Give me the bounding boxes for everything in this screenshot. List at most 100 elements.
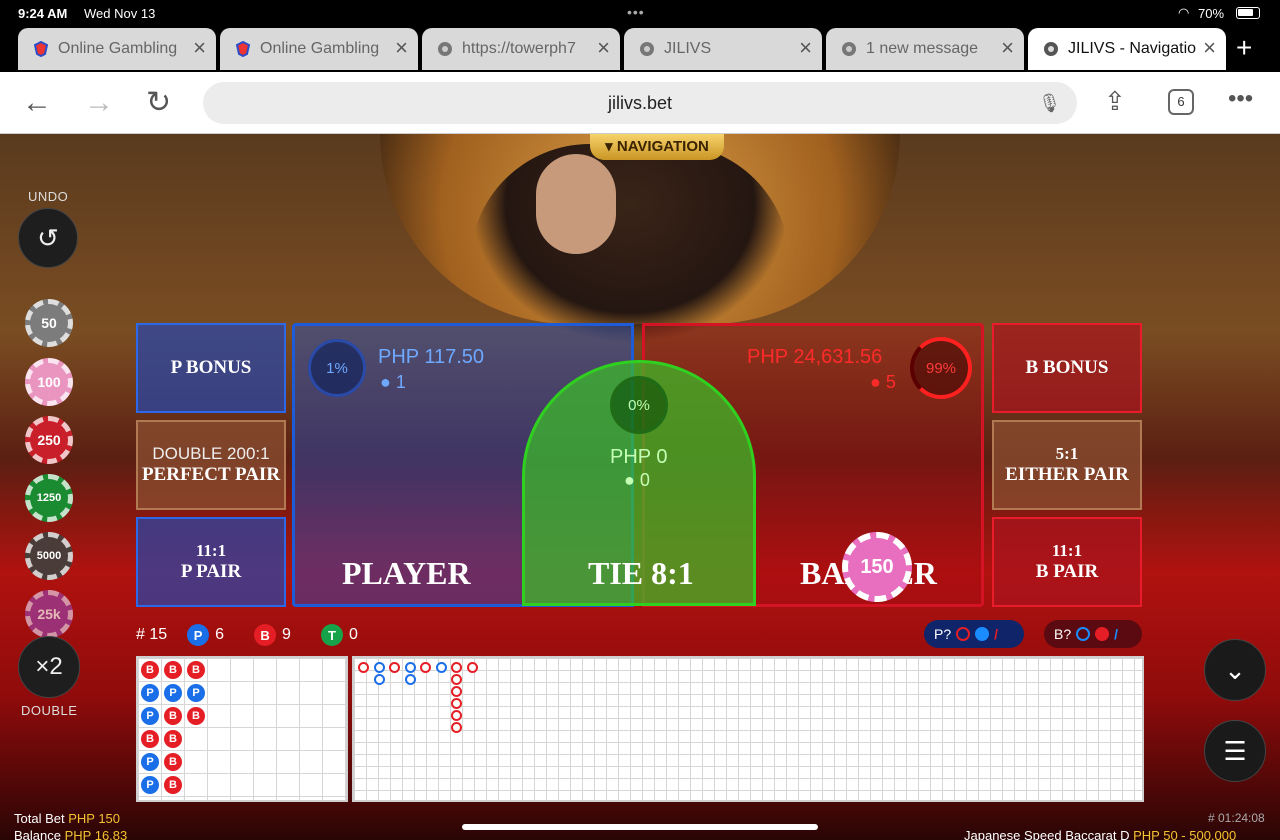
undo-label: UNDO (28, 189, 69, 204)
blue-dot-icon (975, 627, 990, 641)
player-people-count: 1 (395, 372, 406, 392)
placed-chip[interactable]: 150 (842, 532, 912, 602)
big-road-marker (389, 662, 400, 673)
bead-road-marker: B (164, 753, 182, 771)
close-tab-icon[interactable]: × (1001, 37, 1014, 59)
person-icon: ● (380, 372, 391, 392)
big-road-marker (358, 662, 369, 673)
globe-icon (1042, 40, 1060, 58)
banker-count: 9 (282, 626, 291, 643)
bead-road-marker: B (187, 707, 205, 725)
table-info: Japanese Speed Baccarat D PHP 50 - 500,0… (964, 828, 1236, 840)
hamburger-menu-icon: ☰ (1223, 735, 1247, 766)
new-tab-plus-icon[interactable]: + (1236, 34, 1252, 62)
person-icon: ● (624, 470, 635, 490)
b-pair-bet[interactable]: 11:1 B PAIR (992, 517, 1142, 607)
navigation-button[interactable]: ▾ NAVIGATION (590, 134, 724, 160)
close-tab-icon[interactable]: × (193, 37, 206, 59)
chip-1250[interactable]: 1250 (25, 474, 73, 522)
bead-road-marker: B (164, 707, 182, 725)
big-road-marker (451, 662, 462, 673)
round-id: # 01:24:08 (1208, 811, 1265, 825)
bead-road-marker: B (141, 730, 159, 748)
chip-100[interactable]: 100 (25, 358, 73, 406)
close-tab-icon[interactable]: × (1203, 37, 1216, 59)
banker-people: ● 5 (870, 372, 896, 393)
double-button[interactable]: ×2 (18, 636, 80, 698)
big-road-marker (451, 686, 462, 697)
status-time: 9:24 AM (18, 6, 68, 21)
close-tab-icon[interactable]: × (597, 37, 610, 59)
tie-count: 0 (348, 626, 358, 643)
blue-slash-icon: / (1114, 626, 1119, 642)
status-bar: 9:24 AM Wed Nov 13 ••• ◠ 70% (0, 0, 1280, 26)
big-road-marker (404, 662, 416, 673)
person-icon: ● (870, 372, 881, 392)
wifi-icon: ◠ (1178, 5, 1190, 20)
bead-road-marker: P (164, 684, 182, 702)
b-bonus-bet[interactable]: B BONUS (992, 323, 1142, 413)
chip-50[interactable]: 50 (25, 299, 73, 347)
dealer-video (470, 144, 790, 344)
either-pair-label: EITHER PAIR (1005, 464, 1129, 485)
browser-tab[interactable]: https://towerph7 × (422, 28, 620, 70)
globe-icon (638, 40, 656, 58)
chip-25k[interactable]: 25k (25, 590, 73, 638)
player-ask-button[interactable]: P? / (924, 620, 1024, 648)
globe-icon (436, 40, 454, 58)
close-tab-icon[interactable]: × (799, 37, 812, 59)
big-road-marker (451, 674, 462, 685)
bead-road-marker: B (164, 776, 182, 794)
big-road-marker (435, 662, 447, 673)
forward-arrow-icon[interactable]: → (84, 88, 114, 118)
tie-people-count: 0 (639, 470, 650, 490)
total-bet-label: Total Bet (14, 811, 65, 826)
undo-button[interactable]: ↺ (18, 208, 78, 268)
tab-title: JILIVS - Navigation (1068, 40, 1196, 57)
p-pair-odds: 11:1 (195, 541, 227, 560)
banker-amount: PHP 24,631.56 (747, 346, 883, 368)
address-bar[interactable]: jilivs.bet 🎙 (203, 82, 1077, 124)
url-text: jilivs.bet (607, 93, 673, 113)
big-road-marker (451, 710, 462, 721)
player-amount: PHP 117.50 (378, 346, 485, 368)
shield-favicon-icon (32, 40, 50, 58)
round-stats: # 15 P 6 B 9 T 0 (136, 624, 358, 646)
banker-ask-button[interactable]: B? / (1044, 620, 1142, 648)
close-tab-icon[interactable]: × (395, 37, 408, 59)
either-pair-bet[interactable]: 5:1 EITHER PAIR (992, 420, 1142, 510)
microphone-icon[interactable]: 🎙 (1038, 82, 1061, 124)
menu-button[interactable]: ☰ (1204, 720, 1266, 782)
multitask-dots-icon[interactable]: ••• (627, 4, 645, 20)
tie-dot-icon: T (320, 624, 343, 646)
more-options-icon[interactable]: ••• (1228, 84, 1253, 114)
back-arrow-icon[interactable]: ← (22, 88, 52, 118)
home-indicator (462, 824, 818, 830)
chip-250[interactable]: 250 (25, 416, 73, 464)
double-value: ×2 (35, 653, 63, 680)
browser-tab[interactable]: Online Gambling × (18, 28, 216, 70)
bead-road-marker: B (164, 661, 182, 679)
tab-count-button[interactable]: 6 (1168, 89, 1194, 115)
perfect-pair-bet[interactable]: DOUBLE 200:1 PERFECT PAIR (136, 420, 286, 510)
big-road-marker (404, 674, 416, 685)
collapse-chevron-button[interactable]: ⌄ (1204, 639, 1266, 701)
browser-tab[interactable]: 1 new message × (826, 28, 1024, 70)
big-road-marker (466, 662, 478, 673)
b-pair-odds: 11:1 (1051, 541, 1083, 560)
chevron-down-icon: ⌄ (1224, 654, 1246, 685)
browser-tab[interactable]: JILIVS × (624, 28, 822, 70)
battery-icon (1236, 7, 1260, 19)
tab-title: https://towerph7 (462, 40, 576, 57)
bead-road-marker: P (187, 684, 205, 702)
share-icon[interactable]: ⇪ (1104, 86, 1126, 116)
reload-icon[interactable]: ↻ (146, 88, 171, 118)
p-pair-bet[interactable]: 11:1 P PAIR (136, 517, 286, 607)
banker-percent: 99% (910, 337, 972, 399)
b-pair-label: B PAIR (1035, 561, 1099, 582)
p-bonus-bet[interactable]: P BONUS (136, 323, 286, 413)
browser-tab-active[interactable]: JILIVS - Navigation × (1028, 28, 1226, 70)
shield-favicon-icon (234, 40, 252, 58)
chip-5000[interactable]: 5000 (25, 532, 73, 580)
browser-tab[interactable]: Online Gambling × (220, 28, 418, 70)
